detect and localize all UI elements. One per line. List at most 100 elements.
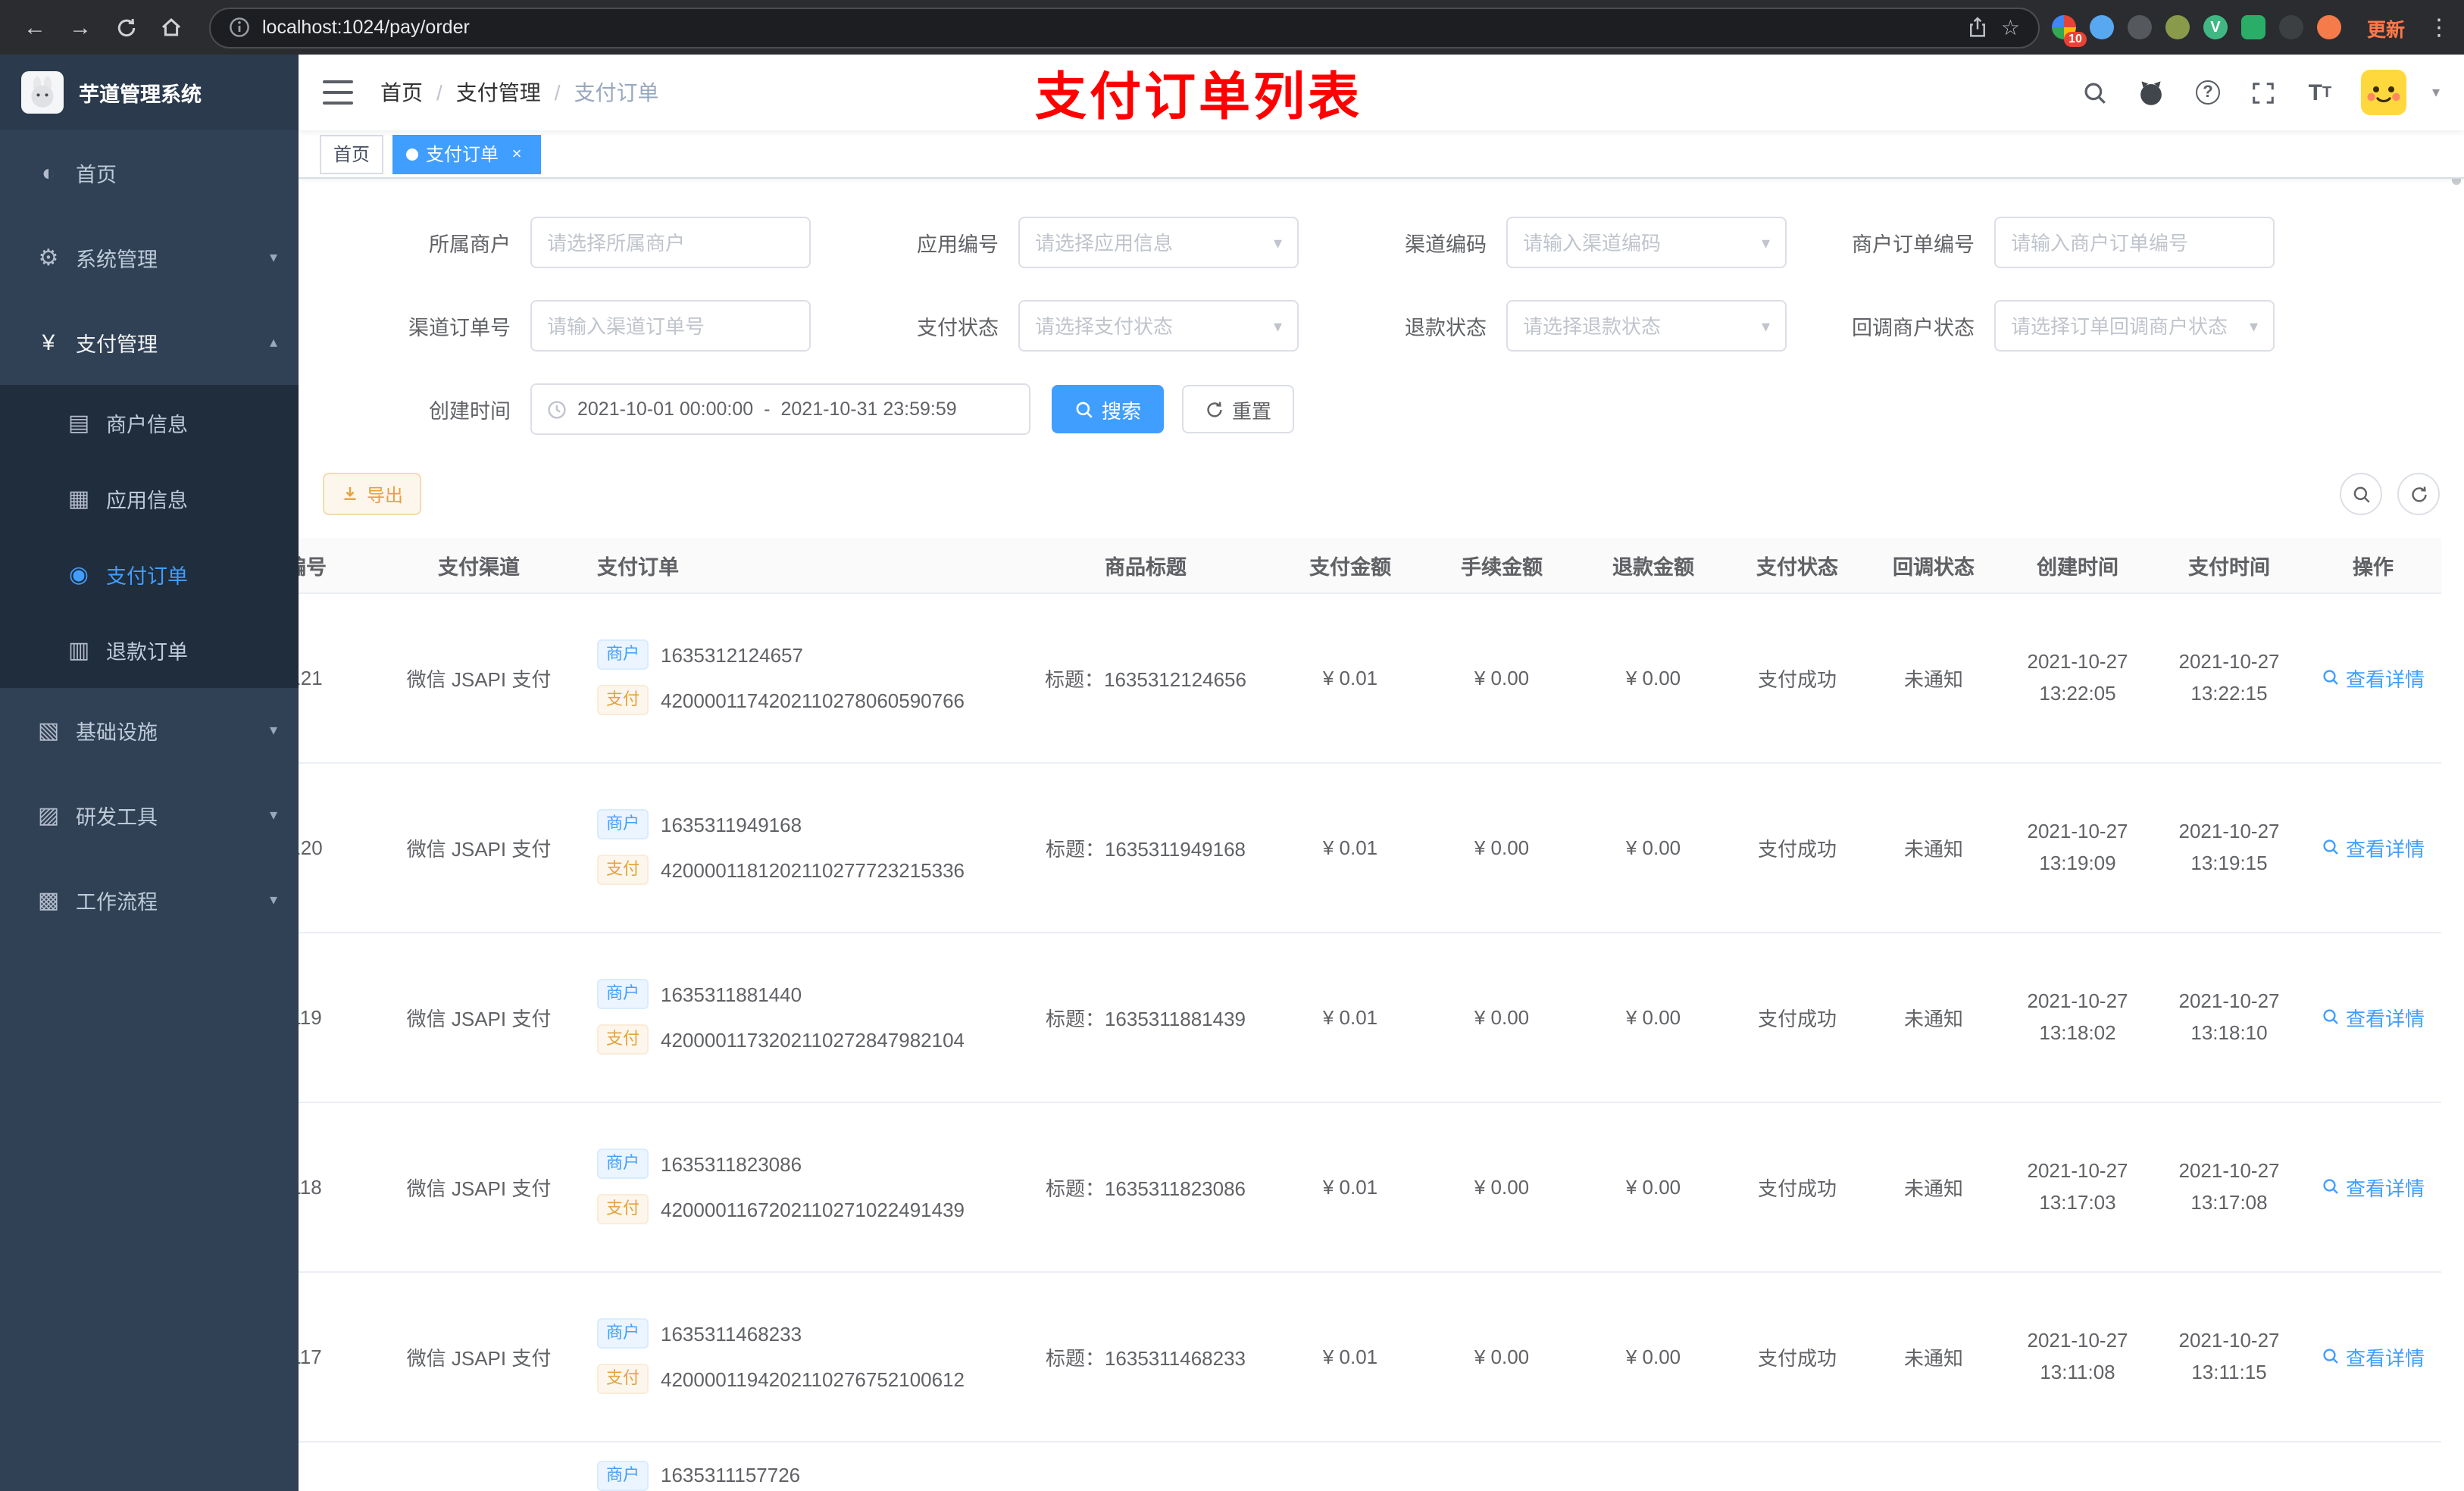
cell-order: 商户 1635312124657 支付 4200001174202110278060… bbox=[577, 592, 1017, 763]
table-row: 117 微信 JSAPI 支付 商户1635311468233 支付420000… bbox=[299, 1271, 2441, 1442]
refund-status-input[interactable] bbox=[1523, 314, 1756, 337]
avatar[interactable] bbox=[2360, 70, 2406, 115]
cell-notify: 未通知 bbox=[1865, 1271, 2002, 1442]
view-detail-link[interactable]: 查看详情 bbox=[2322, 833, 2425, 861]
sidebar-item-app-info[interactable]: ▦ 应用信息 bbox=[0, 461, 299, 536]
channel-order-no-input[interactable] bbox=[547, 314, 794, 337]
merchant-select[interactable] bbox=[530, 217, 811, 268]
refresh-button[interactable] bbox=[2397, 473, 2440, 515]
sidebar-item-pay[interactable]: ¥ 支付管理 ▴ bbox=[0, 300, 299, 385]
merchant-order-no-field[interactable] bbox=[1994, 217, 2275, 268]
cell-status: 支付成功 bbox=[1729, 932, 1865, 1102]
table-row: 121 微信 JSAPI 支付 商户1635312124657 支付420000… bbox=[299, 592, 2441, 763]
sidebar-item-system[interactable]: ⚙ 系统管理 ▾ bbox=[0, 215, 299, 300]
home-button[interactable] bbox=[152, 8, 191, 47]
avatar-dropdown-icon[interactable]: ▾ bbox=[2432, 84, 2440, 101]
pay-badge: 支付 bbox=[597, 1194, 649, 1224]
table-tools bbox=[2340, 473, 2440, 515]
cell-fee: ¥ 0.00 bbox=[1426, 1102, 1578, 1272]
view-detail-link[interactable]: 查看详情 bbox=[2322, 1172, 2425, 1201]
github-icon[interactable] bbox=[2137, 77, 2167, 108]
filter-label: 回调商户状态 bbox=[1852, 317, 1975, 339]
extension-icon[interactable] bbox=[2089, 15, 2114, 39]
create-time-range-picker[interactable]: 2021-10-01 00:00:00 - 2021-10-31 23:59:5… bbox=[530, 383, 1030, 435]
toolbox-icon: ▨ bbox=[37, 803, 60, 829]
search-icon[interactable] bbox=[2081, 77, 2111, 108]
share-icon[interactable] bbox=[1968, 17, 1989, 38]
extension-icon[interactable] bbox=[2316, 15, 2341, 39]
view-detail-link[interactable]: 查看详情 bbox=[2322, 1342, 2425, 1371]
col-header-id: 编号 bbox=[299, 538, 380, 593]
view-detail-link[interactable]: 查看详情 bbox=[2322, 1002, 2425, 1031]
vue-devtools-icon[interactable]: V bbox=[2203, 15, 2228, 39]
extension-icon[interactable] bbox=[2278, 15, 2303, 39]
date-range-end[interactable]: 2021-10-31 23:59:59 bbox=[781, 399, 957, 420]
export-button-label: 导出 bbox=[367, 484, 404, 505]
extension-icon[interactable] bbox=[2240, 15, 2265, 39]
col-header-order: 支付订单 bbox=[577, 538, 1017, 593]
cell-notify: 未通知 bbox=[1865, 592, 2002, 763]
sidebar-item-merchant-info[interactable]: ▤ 商户信息 bbox=[0, 385, 299, 461]
channel-code-select[interactable]: ▾ bbox=[1506, 217, 1787, 268]
reset-button[interactable]: 重置 bbox=[1182, 385, 1295, 433]
callback-status-select[interactable]: ▾ bbox=[1994, 300, 2275, 352]
breadcrumb-home[interactable]: 首页 bbox=[380, 77, 423, 108]
font-size-icon[interactable]: TT bbox=[2305, 77, 2335, 108]
merchant-input[interactable] bbox=[547, 231, 794, 254]
merchant-badge: 商户 bbox=[597, 809, 649, 839]
table-row: 118 微信 JSAPI 支付 商户1635311823086 支付420000… bbox=[299, 1102, 2441, 1272]
bookmark-star-icon[interactable]: ☆ bbox=[2001, 14, 2020, 40]
sidebar-item-home[interactable]: ◐ 首页 bbox=[0, 130, 299, 215]
forward-button[interactable]: → bbox=[61, 8, 100, 47]
cell-actions: 查看详情 bbox=[2305, 1271, 2441, 1442]
hamburger-icon[interactable] bbox=[323, 80, 353, 105]
update-button[interactable]: 更新 bbox=[2367, 13, 2405, 42]
site-info-icon[interactable] bbox=[229, 17, 250, 38]
sidebar-item-pay-order[interactable]: ◉ 支付订单 bbox=[0, 536, 299, 612]
close-icon[interactable]: × bbox=[506, 143, 527, 164]
app-no-select[interactable]: ▾ bbox=[1018, 217, 1299, 268]
card-icon: ▤ bbox=[67, 411, 90, 436]
sidebar-item-dev-tools[interactable]: ▨ 研发工具 ▾ bbox=[0, 773, 299, 858]
sidebar-item-workflow[interactable]: ▩ 工作流程 ▾ bbox=[0, 858, 299, 942]
callback-status-input[interactable] bbox=[2011, 314, 2244, 337]
view-detail-link[interactable]: 查看详情 bbox=[2322, 663, 2425, 692]
app-shell: 芋道管理系统 ◐ 首页 ⚙ 系统管理 ▾ ¥ 支付管理 ▴ ▤ 商户信息 ▦ 应… bbox=[0, 55, 2464, 1491]
tab-pay-order[interactable]: 支付订单 × bbox=[392, 134, 542, 173]
refund-status-select[interactable]: ▾ bbox=[1506, 300, 1787, 352]
cell-actions: 查看详情 bbox=[2305, 1102, 2441, 1272]
col-header-actions: 操作 bbox=[2305, 538, 2441, 593]
sidebar-item-infra[interactable]: ▧ 基础设施 ▾ bbox=[0, 688, 299, 773]
url-bar[interactable]: localhost:1024/pay/order ☆ bbox=[209, 7, 2040, 48]
date-range-start[interactable]: 2021-10-01 00:00:00 bbox=[577, 399, 753, 420]
back-button[interactable]: ← bbox=[15, 8, 55, 47]
cell-status: 支付成功 bbox=[1729, 1271, 1865, 1442]
app-no-input[interactable] bbox=[1035, 231, 1268, 254]
extension-icon[interactable] bbox=[2165, 15, 2190, 39]
extension-icon[interactable]: 10 bbox=[2051, 15, 2087, 47]
merchant-order-no-input[interactable] bbox=[2011, 231, 2258, 254]
breadcrumb-level1[interactable]: 支付管理 bbox=[456, 77, 541, 108]
cell-create-time: 2021-10-27 13:22:05 bbox=[2002, 592, 2153, 763]
channel-code-input[interactable] bbox=[1523, 231, 1756, 254]
sidebar-item-refund-order[interactable]: ▥ 退款订单 bbox=[0, 612, 299, 688]
channel-order-no-field[interactable] bbox=[530, 300, 811, 352]
search-icon bbox=[2323, 1009, 2338, 1024]
pay-status-input[interactable] bbox=[1035, 314, 1268, 337]
help-icon[interactable]: ? bbox=[2193, 77, 2223, 108]
extension-icon[interactable] bbox=[2127, 15, 2152, 39]
app-logo[interactable]: 芋道管理系统 bbox=[0, 55, 299, 130]
browser-menu-icon[interactable]: ⋮ bbox=[2428, 14, 2450, 41]
cell-pay-time: 2021-10-27 13:17:08 bbox=[2153, 1102, 2305, 1272]
toggle-search-button[interactable] bbox=[2340, 473, 2382, 515]
filter-label: 渠道订单号 bbox=[408, 317, 511, 339]
fullscreen-icon[interactable] bbox=[2249, 77, 2279, 108]
cell-create-time: 2021-10-27 13:11:08 bbox=[2002, 1271, 2153, 1442]
reload-button[interactable] bbox=[106, 8, 145, 47]
pay-status-select[interactable]: ▾ bbox=[1018, 300, 1299, 352]
url-text[interactable]: localhost:1024/pay/order bbox=[262, 17, 1956, 38]
search-button[interactable]: 搜索 bbox=[1052, 385, 1165, 433]
cell-fee: ¥ 0.00 bbox=[1426, 592, 1578, 763]
export-button[interactable]: 导出 bbox=[323, 473, 422, 515]
tab-home[interactable]: 首页 bbox=[320, 134, 384, 173]
